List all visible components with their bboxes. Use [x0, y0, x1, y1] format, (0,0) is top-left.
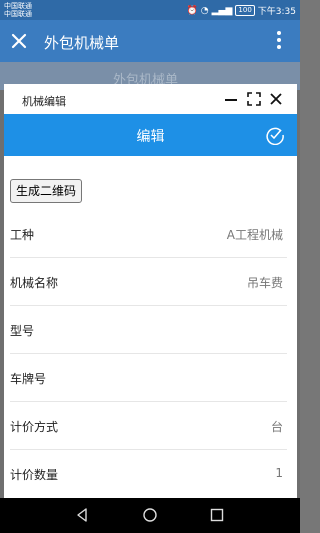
home-icon[interactable]	[142, 507, 158, 523]
edit-header: 编辑	[4, 114, 297, 156]
field-value[interactable]: 1	[275, 466, 283, 480]
system-nav-bar	[0, 498, 300, 533]
alarm-icon: ⏰	[186, 5, 198, 16]
close-icon[interactable]	[8, 30, 30, 52]
field-value[interactable]: A工程机械	[227, 226, 283, 243]
field-row-plate-number[interactable]: 车牌号	[4, 354, 297, 402]
field-label: 计价方式	[10, 420, 59, 434]
field-label: 工种	[10, 228, 35, 242]
battery-indicator: 100	[235, 5, 255, 16]
status-indicators: ⏰ ◔ ▂▄▆ 100 下午3:35	[187, 4, 296, 17]
field-row-machine-name[interactable]: 机械名称 吊车费	[4, 258, 297, 306]
maximize-icon[interactable]	[246, 91, 262, 107]
app-bar: 外包机械单	[0, 20, 300, 62]
edit-title: 编辑	[136, 129, 165, 145]
field-row-pricing-method[interactable]: 计价方式 台	[4, 402, 297, 450]
field-row-pricing-quantity[interactable]: 计价数量 1	[4, 450, 297, 498]
carrier-info: 中国联通 中国联通	[4, 2, 32, 18]
machine-edit-dialog: 机械编辑 编辑 生成二维码 工种 A工程机械 机械名称 吊车费 型号 车牌号 计…	[4, 84, 297, 498]
dialog-title: 机械编辑	[22, 95, 66, 108]
field-row-model[interactable]: 型号	[4, 306, 297, 354]
dialog-titlebar: 机械编辑	[4, 84, 297, 114]
generate-qr-button[interactable]: 生成二维码	[10, 179, 83, 203]
carrier-1: 中国联通	[4, 2, 32, 10]
field-row-work-type[interactable]: 工种 A工程机械	[4, 210, 297, 258]
app-title: 外包机械单	[44, 34, 120, 52]
recents-icon[interactable]	[209, 507, 225, 523]
carrier-2: 中国联通	[4, 10, 32, 18]
signal-icon: ▂▄▆	[211, 5, 233, 16]
wifi-icon: ◔	[200, 5, 209, 16]
more-vert-icon[interactable]	[276, 31, 282, 51]
field-label: 计价数量	[10, 468, 59, 482]
status-time: 下午3:35	[257, 7, 296, 17]
dialog-close-icon[interactable]	[268, 91, 284, 107]
field-value[interactable]: 台	[271, 418, 283, 435]
field-label: 机械名称	[10, 276, 59, 290]
field-label: 车牌号	[10, 372, 47, 386]
field-value[interactable]: 吊车费	[247, 274, 283, 291]
status-bar: 中国联通 中国联通 ⏰ ◔ ▂▄▆ 100 下午3:35	[0, 0, 300, 20]
check-circle-icon[interactable]	[265, 125, 285, 145]
field-label: 型号	[10, 324, 35, 338]
minimize-icon[interactable]	[223, 91, 239, 107]
back-icon[interactable]	[74, 507, 90, 523]
